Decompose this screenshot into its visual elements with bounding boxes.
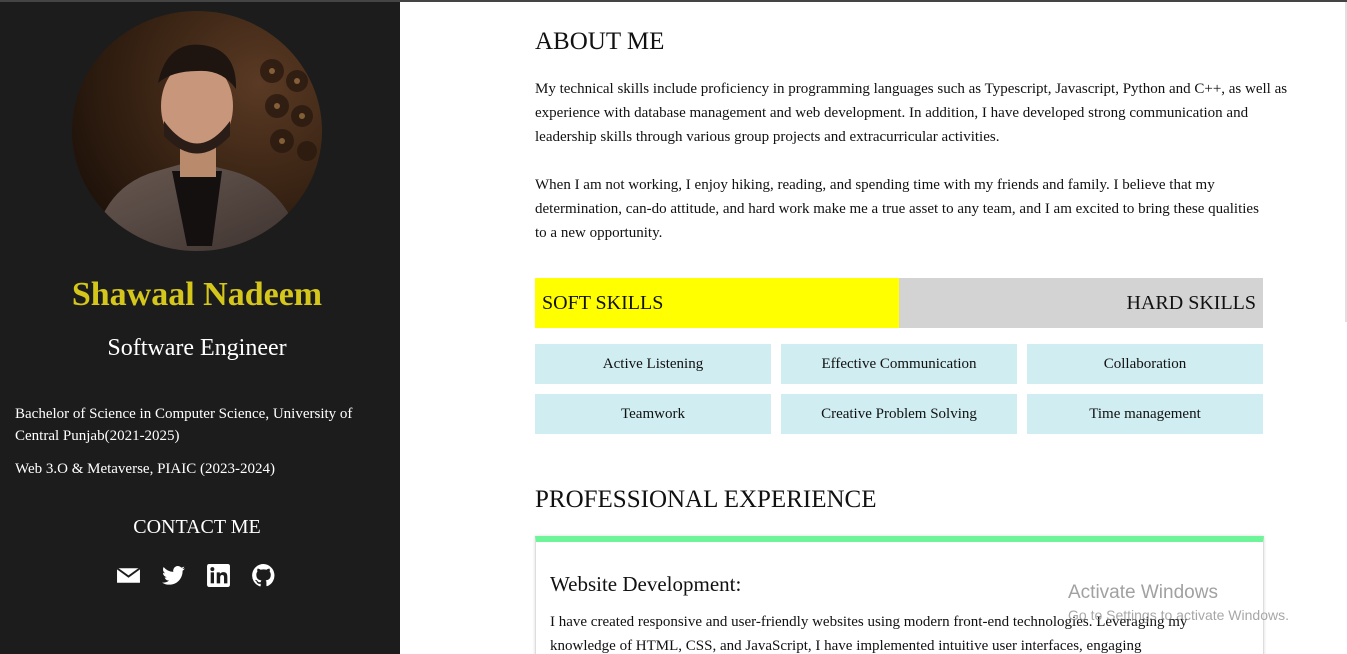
- skills-grid: Active Listening Effective Communication…: [535, 344, 1263, 434]
- experience-card-title: Website Development:: [550, 572, 742, 596]
- twitter-icon: [162, 566, 185, 585]
- profile-name: Shawaal Nadeem: [71, 276, 323, 313]
- education-item: Web 3.O & Metaverse, PIAIC (2023-2024): [15, 461, 275, 477]
- skill-item: Effective Communication: [781, 344, 1017, 384]
- skill-item: Collaboration: [1027, 344, 1263, 384]
- envelope-icon: [116, 567, 141, 583]
- social-links: [116, 563, 276, 588]
- profile-role: Software Engineer: [107, 335, 287, 361]
- education-item: Bachelor of Science in Computer Science,…: [15, 406, 353, 444]
- skill-item: Teamwork: [535, 394, 771, 434]
- email-link[interactable]: [116, 563, 141, 588]
- twitter-link[interactable]: [161, 563, 186, 588]
- skills-tabs: SOFT SKILLS HARD SKILLS: [535, 278, 1263, 328]
- avatar: [72, 11, 322, 251]
- profile-sidebar: Shawaal Nadeem Software Engineer Bachelo…: [0, 2, 400, 654]
- activate-windows-watermark: Activate Windows: [1068, 582, 1218, 603]
- about-title: ABOUT ME: [535, 28, 665, 55]
- linkedin-icon: [207, 564, 230, 587]
- linkedin-link[interactable]: [206, 563, 231, 588]
- tab-hard-skills[interactable]: HARD SKILLS: [899, 278, 1263, 328]
- skill-item: Creative Problem Solving: [781, 394, 1017, 434]
- skill-item: Active Listening: [535, 344, 771, 384]
- github-link[interactable]: [251, 563, 276, 588]
- activate-windows-subtext: Go to Settings to activate Windows.: [1068, 607, 1289, 623]
- skill-item: Time management: [1027, 394, 1263, 434]
- experience-title: PROFESSIONAL EXPERIENCE: [535, 486, 877, 513]
- contact-title: CONTACT ME: [133, 516, 261, 538]
- avatar-photo: [72, 11, 322, 251]
- tab-soft-skills[interactable]: SOFT SKILLS: [535, 278, 899, 328]
- github-icon: [252, 564, 275, 587]
- about-paragraph: My technical skills include proficiency …: [535, 81, 1288, 145]
- about-paragraph: When I am not working, I enjoy hiking, r…: [535, 177, 1259, 241]
